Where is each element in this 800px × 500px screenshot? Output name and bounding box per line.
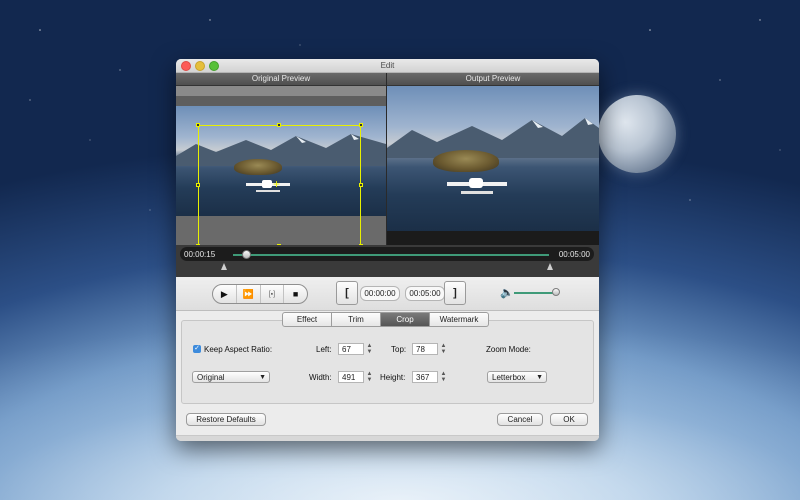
playback-button-group: ▶ ⏩ [▪] ■: [212, 284, 308, 304]
fast-forward-icon: ⏩: [242, 288, 254, 299]
zoom-mode-select[interactable]: Letterbox ▼: [487, 371, 547, 383]
left-input[interactable]: 67: [338, 343, 364, 355]
set-end-button[interactable]: ]: [444, 281, 466, 305]
height-stepper[interactable]: ▲ ▼: [440, 371, 447, 383]
tab-effect[interactable]: Effect: [282, 312, 332, 327]
top-label: Top:: [391, 345, 407, 354]
end-time-field[interactable]: 00:05:00: [405, 286, 445, 301]
tab-crop[interactable]: Crop: [381, 312, 430, 327]
left-stepper[interactable]: ▲ ▼: [366, 343, 373, 355]
dialog-footer: Restore Defaults Cancel OK: [176, 404, 599, 441]
crop-handle-top-left[interactable]: [196, 123, 200, 127]
output-preview-label: Output Preview: [387, 73, 599, 86]
trim-start-marker[interactable]: [221, 263, 227, 270]
tab-watermark[interactable]: Watermark: [430, 312, 489, 327]
mountains-graphic: [387, 118, 599, 158]
select-arrow-icon: ▼: [259, 374, 266, 381]
zoom-mode-label: Zoom Mode:: [486, 345, 531, 354]
crop-selection-box[interactable]: +: [196, 123, 363, 248]
ok-button[interactable]: OK: [550, 413, 588, 426]
footer-strip: [176, 435, 599, 441]
start-time-field[interactable]: 00:00:00: [360, 286, 400, 301]
crop-handle-right[interactable]: [359, 183, 363, 187]
width-input[interactable]: 491: [338, 371, 364, 383]
fast-forward-button[interactable]: ⏩: [237, 285, 261, 303]
width-stepper[interactable]: ▲ ▼: [366, 371, 373, 383]
title-bar: Edit: [176, 59, 599, 73]
playhead-knob[interactable]: [242, 250, 252, 259]
snapshot-button[interactable]: [▪]: [261, 285, 285, 303]
cancel-button[interactable]: Cancel: [497, 413, 543, 426]
crop-settings-panel: [181, 320, 594, 404]
desktop-moon: [598, 95, 676, 173]
preview-area: Original Preview + Output Preview: [176, 73, 599, 248]
current-time: 00:00:15: [184, 250, 216, 259]
timeline-bar: 00:00:15 00:05:00: [176, 245, 599, 277]
letterbox-top: [176, 86, 386, 96]
stop-icon: ■: [292, 289, 299, 299]
zoom-mode-value: Letterbox: [492, 373, 526, 382]
keep-aspect-label: Keep Aspect Ratio:: [204, 345, 273, 354]
total-time: 00:05:00: [558, 250, 590, 259]
close-window-button[interactable]: [181, 61, 191, 71]
crop-handle-top-right[interactable]: [359, 123, 363, 127]
window-controls: [181, 61, 219, 71]
stop-button[interactable]: ■: [284, 285, 307, 303]
tab-trim[interactable]: Trim: [332, 312, 381, 327]
original-preview-pane: Original Preview +: [176, 73, 386, 248]
set-start-button[interactable]: [: [336, 281, 358, 305]
play-icon: ▶: [220, 288, 228, 299]
output-preview-image: [387, 86, 599, 231]
minimize-window-button[interactable]: [195, 61, 205, 71]
width-label: Width:: [309, 373, 332, 382]
restore-defaults-button[interactable]: Restore Defaults: [186, 413, 266, 426]
timeline-track[interactable]: 00:00:15 00:05:00: [180, 247, 594, 261]
island-graphic: [433, 150, 499, 172]
edit-tabs: Effect Trim Crop Watermark: [282, 312, 489, 327]
playback-controls: ▶ ⏩ [▪] ■ [ 00:00:00 00:05:00 ] 🔈: [176, 277, 599, 311]
seaplane-graphic: [447, 178, 507, 194]
aspect-ratio-value: Original: [197, 373, 225, 382]
zoom-window-button[interactable]: [209, 61, 219, 71]
height-label: Height:: [380, 373, 406, 382]
window-title: Edit: [380, 61, 395, 70]
speaker-icon: 🔈: [500, 287, 514, 299]
edit-window: Edit Original Preview + Output Preview 0…: [176, 59, 599, 441]
frame-snapshot-icon: [▪]: [268, 290, 276, 298]
top-input[interactable]: 78: [412, 343, 438, 355]
trim-end-marker[interactable]: [547, 263, 553, 270]
progress-line: [233, 254, 549, 256]
aspect-ratio-select[interactable]: Original ▼: [192, 371, 270, 383]
crop-handle-top[interactable]: [277, 123, 281, 127]
crop-center-crosshair-icon: +: [273, 177, 281, 191]
select-arrow-icon: ▼: [536, 374, 543, 381]
left-label: Left:: [316, 345, 332, 354]
height-input[interactable]: 367: [412, 371, 438, 383]
play-button[interactable]: ▶: [213, 285, 237, 303]
volume-slider-knob[interactable]: [551, 288, 560, 296]
original-preview-label: Original Preview: [176, 73, 386, 86]
keep-aspect-checkbox[interactable]: ✓: [193, 345, 201, 353]
output-preview-pane: Output Preview: [387, 73, 599, 245]
top-stepper[interactable]: ▲ ▼: [440, 343, 447, 355]
crop-handle-left[interactable]: [196, 183, 200, 187]
